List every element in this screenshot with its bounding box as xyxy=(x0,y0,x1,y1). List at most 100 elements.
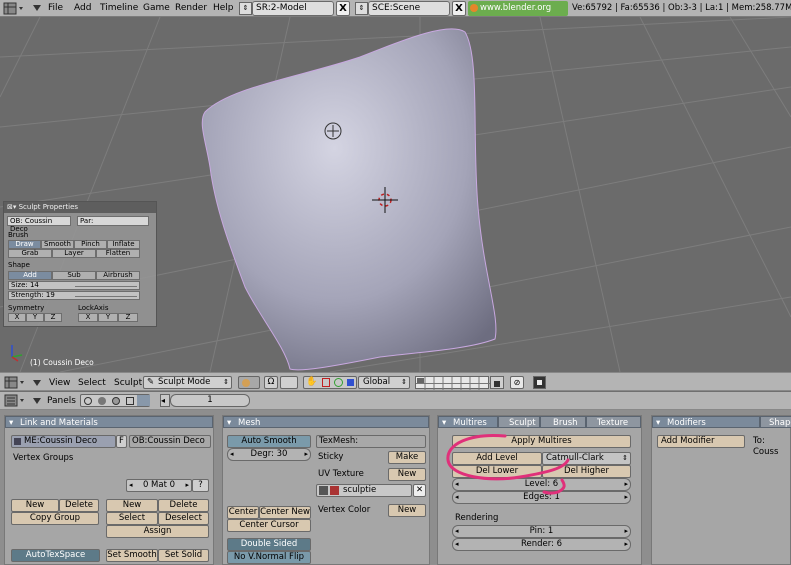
menu-help[interactable]: Help xyxy=(213,2,234,15)
scene-field[interactable]: SCE:Scene xyxy=(368,1,450,16)
editor-type-icon[interactable] xyxy=(4,376,26,389)
sticky-make-button[interactable]: Make xyxy=(388,451,426,464)
strength-slider[interactable]: Strength: 19 xyxy=(8,291,140,300)
brush-layer-button[interactable]: Layer xyxy=(52,249,96,258)
panel-close-icon[interactable]: ⊠▾ xyxy=(7,203,19,211)
degr-field[interactable]: ◂ Degr: 30 ▸ xyxy=(227,448,311,461)
menu-select[interactable]: Select xyxy=(78,377,106,390)
material-select-button[interactable]: Select xyxy=(106,512,158,525)
brush-grab-button[interactable]: Grab xyxy=(8,249,52,258)
brush-flatten-button[interactable]: Flatten xyxy=(96,249,140,258)
texmesh-field[interactable]: TexMesh: xyxy=(316,435,426,448)
material-help-button[interactable]: ? xyxy=(192,479,209,492)
menu-render[interactable]: Render xyxy=(175,2,207,15)
tab-brush[interactable]: Brush xyxy=(540,416,586,428)
shading-icon[interactable] xyxy=(112,397,120,405)
tab-texture[interactable]: Texture xyxy=(586,416,641,428)
menu-timeline[interactable]: Timeline xyxy=(100,2,138,15)
center-button[interactable]: Center xyxy=(227,506,259,519)
editor-type-icon[interactable] xyxy=(3,2,25,15)
shape-airbrush-button[interactable]: Airbrush xyxy=(96,271,140,280)
render-level-field[interactable]: ◂ Render: 6 ▸ xyxy=(452,538,631,551)
double-sided-toggle[interactable]: Double Sided xyxy=(227,538,311,551)
menu-add[interactable]: Add xyxy=(74,2,91,15)
vgroup-delete-button[interactable]: Delete xyxy=(59,499,99,512)
material-assign-button[interactable]: Assign xyxy=(106,525,209,538)
render-icon[interactable] xyxy=(533,376,546,389)
me-field[interactable]: ME:Coussin Deco xyxy=(11,435,116,448)
collapse-menu-icon[interactable] xyxy=(32,397,42,405)
ob-field[interactable]: OB:Coussin Deco xyxy=(129,435,211,448)
sculpt-properties-header[interactable]: ⊠▾ Sculpt Properties xyxy=(4,202,156,213)
material-deselect-button[interactable]: Deselect xyxy=(158,512,209,525)
3d-viewport[interactable]: (1) Coussin Deco ⊠▾ Sculpt Properties OB… xyxy=(0,17,791,372)
center-new-button[interactable]: Center New xyxy=(259,506,311,519)
ob-field[interactable]: OB: Coussin Deco xyxy=(7,216,71,233)
lock-z-button[interactable]: Z xyxy=(118,313,138,322)
brush-inflate-button[interactable]: Inflate xyxy=(107,240,140,249)
scene-delete-button[interactable]: X xyxy=(452,1,466,16)
shape-sub-button[interactable]: Sub xyxy=(52,271,96,280)
menu-game[interactable]: Game xyxy=(143,2,170,15)
menu-sculpt[interactable]: Sculpt xyxy=(114,377,142,390)
collapse-menu-icon[interactable] xyxy=(32,379,42,387)
material-index-field[interactable]: ◂ 0 Mat 0 ▸ xyxy=(126,479,192,492)
mesh-tab[interactable]: ▾ Mesh xyxy=(223,416,429,428)
layer-buttons[interactable] xyxy=(415,376,490,390)
size-slider[interactable]: Size: 14 xyxy=(8,281,140,290)
shading-select[interactable] xyxy=(238,376,260,389)
pivot-icon[interactable]: Ω xyxy=(264,376,278,389)
uv-delete-button[interactable]: ✕ xyxy=(413,484,426,497)
add-modifier-button[interactable]: Add Modifier xyxy=(657,435,745,448)
tab-sculpt[interactable]: Sculpt xyxy=(498,416,540,428)
set-smooth-button[interactable]: Set Smooth xyxy=(106,549,158,562)
frame-prev-icon[interactable]: ◂ xyxy=(160,394,170,407)
uv-new-button[interactable]: New xyxy=(388,468,426,481)
link-materials-tab[interactable]: ▾ Link and Materials xyxy=(5,416,213,428)
context-buttons[interactable] xyxy=(80,394,150,407)
set-solid-button[interactable]: Set Solid xyxy=(158,549,209,562)
layers-icon[interactable]: ⊘ xyxy=(510,376,524,389)
editor-type-icon[interactable] xyxy=(4,394,26,407)
lock-x-button[interactable]: X xyxy=(78,313,98,322)
lock-icon[interactable] xyxy=(490,376,504,389)
blender-link[interactable]: www.blender.org 249 xyxy=(468,1,568,28)
par-field[interactable]: Par: xyxy=(77,216,149,226)
tab-shape[interactable]: Shape xyxy=(760,416,791,428)
pin-field[interactable]: ◂ Pin: 1 ▸ xyxy=(452,525,631,538)
autotexspace-toggle[interactable]: AutoTexSpace xyxy=(11,549,100,562)
vcol-new-button[interactable]: New xyxy=(388,504,426,517)
brush-pinch-button[interactable]: Pinch xyxy=(74,240,107,249)
screen-field[interactable]: SR:2-Model xyxy=(252,1,334,16)
logic-icon[interactable] xyxy=(84,397,92,405)
vgroup-new-button[interactable]: New xyxy=(11,499,59,512)
object-icon[interactable] xyxy=(126,397,134,405)
frame-field[interactable]: 1 xyxy=(170,394,250,407)
symmetry-x-button[interactable]: X xyxy=(8,313,26,322)
lock-y-button[interactable]: Y xyxy=(98,313,118,322)
fake-user-button[interactable]: F xyxy=(116,435,127,448)
scene-browse-icon[interactable]: ⇕ xyxy=(355,2,368,15)
auto-smooth-toggle[interactable]: Auto Smooth xyxy=(227,435,311,448)
shape-add-button[interactable]: Add xyxy=(8,271,52,280)
tab-multires[interactable]: ▾ Multires xyxy=(438,416,498,428)
editing-icon[interactable] xyxy=(137,395,150,406)
uv-layer-field[interactable]: sculptie xyxy=(316,484,412,497)
brush-smooth-button[interactable]: Smooth xyxy=(41,240,74,249)
script-icon[interactable] xyxy=(98,397,106,405)
manipulator-group[interactable]: ✋ xyxy=(303,376,357,389)
menu-view[interactable]: View xyxy=(49,377,70,390)
menu-file[interactable]: File xyxy=(48,2,63,15)
mode-select[interactable]: Sculpt Mode ✎ ⇕ xyxy=(143,376,232,389)
center-cursor-button[interactable]: Center Cursor xyxy=(227,519,311,532)
tab-modifiers[interactable]: ▾ Modifiers xyxy=(652,416,760,428)
symmetry-y-button[interactable]: Y xyxy=(26,313,44,322)
copy-group-button[interactable]: Copy Group xyxy=(11,512,99,525)
pivot-options-icon[interactable] xyxy=(280,376,298,389)
collapse-menu-icon[interactable] xyxy=(32,4,42,12)
orientation-select[interactable]: Global ⇕ xyxy=(358,376,410,389)
brush-draw-button[interactable]: Draw xyxy=(8,240,41,249)
no-vnormal-flip-toggle[interactable]: No V.Normal Flip xyxy=(227,551,311,564)
screen-delete-button[interactable]: X xyxy=(336,1,350,16)
material-new-button[interactable]: New xyxy=(106,499,158,512)
